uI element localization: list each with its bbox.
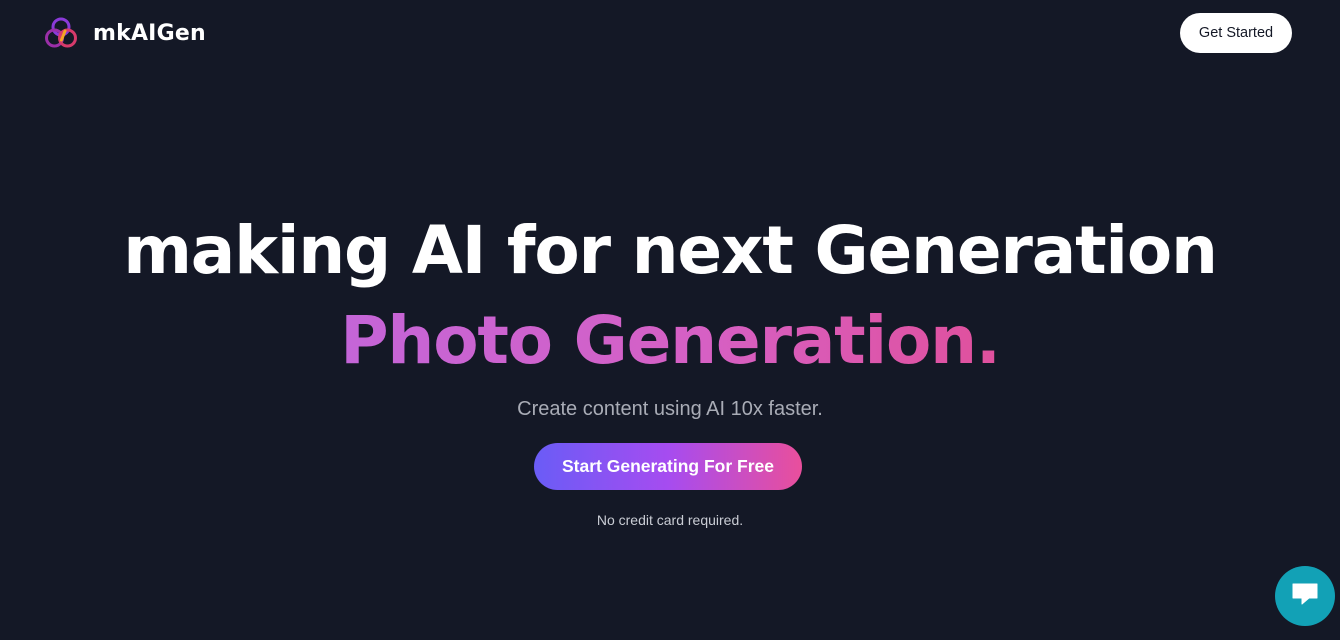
get-started-button[interactable]: Get Started <box>1180 13 1292 53</box>
chat-widget-button[interactable] <box>1275 566 1335 626</box>
hero-highlight-text: Photo Generation. <box>340 302 1001 379</box>
no-credit-card-note: No credit card required. <box>596 512 744 528</box>
chat-bubble-icon <box>1290 580 1320 613</box>
hero-subtitle: Create content using AI 10x faster. <box>517 398 823 420</box>
site-header: mkAIGen Get Started <box>0 0 1340 66</box>
brand-logo-link[interactable]: mkAIGen <box>44 16 206 50</box>
three-rings-logo-icon <box>44 16 78 50</box>
hero-headline: making AI for next Generation <box>123 212 1218 289</box>
brand-name: mkAIGen <box>93 20 206 46</box>
start-generating-button[interactable]: Start Generating For Free <box>534 443 802 490</box>
hero-highlight: Photo Generation. <box>0 297 1340 385</box>
landing-page: mkAIGen Get Started making AI for next G… <box>0 0 1340 640</box>
